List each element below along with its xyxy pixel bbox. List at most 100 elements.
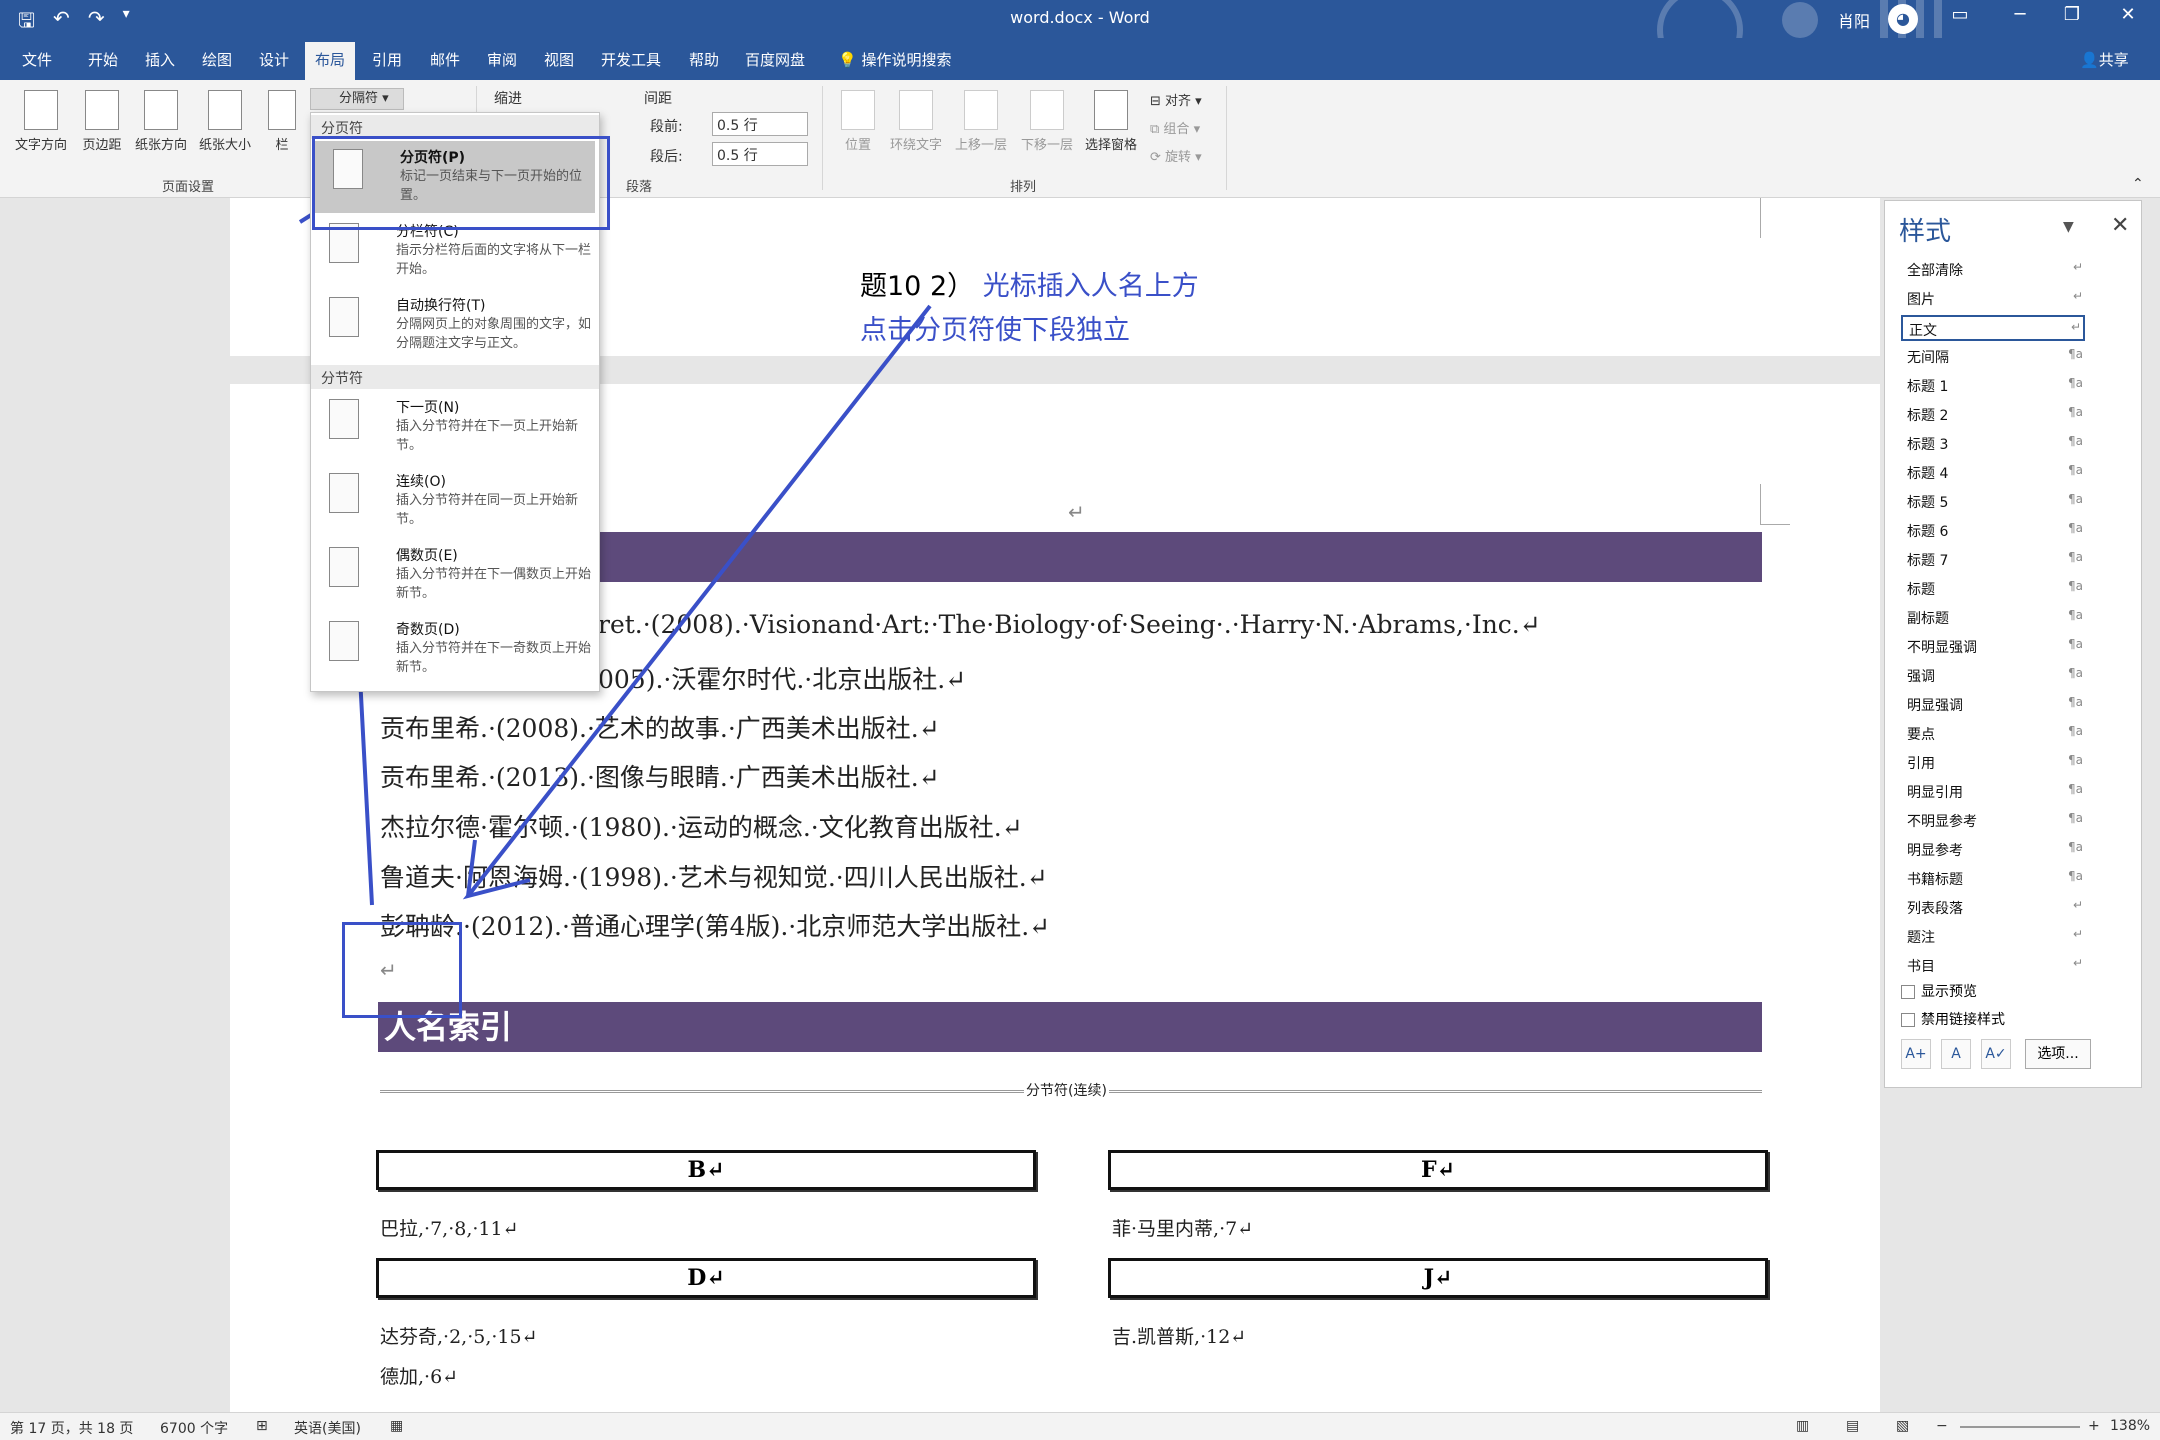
text-wrapping-option[interactable]: 自动换行符(T) 分隔网页上的对象周围的文字，如分隔题注文字与正文。 <box>311 289 599 361</box>
style-item-label: 图片 <box>1907 292 1935 308</box>
print-layout-icon[interactable]: ▤ <box>1846 1418 1859 1434</box>
style-item[interactable]: 标题 7 ¶a <box>1901 547 2085 573</box>
style-item[interactable]: 标题 6 ¶a <box>1901 518 2085 544</box>
option-desc: 插入分节符并在同一页上开始新节。 <box>396 493 579 527</box>
style-inspector-icon[interactable]: A <box>1941 1039 1971 1069</box>
checkbox-box <box>1901 985 1915 999</box>
zoom-slider[interactable] <box>1960 1426 2080 1428</box>
style-item[interactable]: 正文 ↵ <box>1901 315 2085 341</box>
option-title: 奇数页(D) <box>396 622 460 638</box>
style-type-icon: ↵ <box>2072 898 2083 912</box>
style-item[interactable]: 题注 ↵ <box>1901 924 2085 950</box>
zoom-out-icon[interactable]: − <box>1936 1418 1948 1434</box>
style-type-icon: ¶a <box>2068 492 2083 506</box>
style-item[interactable]: 标题 4 ¶a <box>1901 460 2085 486</box>
zoom-level[interactable]: 138% <box>2110 1418 2150 1434</box>
style-type-icon: ¶a <box>2068 753 2083 767</box>
show-preview-checkbox[interactable]: 显示预览 <box>1901 981 1977 1001</box>
style-item[interactable]: 图片 ↵ <box>1901 286 2085 312</box>
styles-pane-title: 样式 <box>1899 217 1952 247</box>
continuous-option[interactable]: 连续(O) 插入分节符并在同一页上开始新节。 <box>311 465 599 537</box>
style-item-label: 标题 <box>1907 582 1935 598</box>
option-desc: 分隔网页上的对象周围的文字，如分隔题注文字与正文。 <box>396 317 592 351</box>
new-style-icon[interactable]: A+ <box>1901 1039 1931 1069</box>
style-item-label: 标题 4 <box>1907 466 1949 482</box>
disable-linked-checkbox[interactable]: 禁用链接样式 <box>1901 1009 2005 1029</box>
odd-page-option[interactable]: 奇数页(D) 插入分节符并在下一奇数页上开始新节。 <box>311 613 599 685</box>
style-item[interactable]: 明显参考 ¶a <box>1901 837 2085 863</box>
style-type-icon: ¶a <box>2068 637 2083 651</box>
checkbox-box <box>1901 1013 1915 1027</box>
style-item-label: 全部清除 <box>1907 263 1963 279</box>
style-item[interactable]: 标题 2 ¶a <box>1901 402 2085 428</box>
style-item-label: 标题 7 <box>1907 553 1949 569</box>
option-title: 连续(O) <box>396 474 446 490</box>
style-item-label: 书籍标题 <box>1907 872 1963 888</box>
option-title: 偶数页(E) <box>396 548 458 564</box>
style-item[interactable]: 副标题 ¶a <box>1901 605 2085 631</box>
style-type-icon: ↵ <box>2072 260 2083 274</box>
even-page-icon <box>329 547 359 587</box>
style-type-icon: ¶a <box>2068 579 2083 593</box>
options-button[interactable]: 选项... <box>2025 1039 2091 1069</box>
web-layout-icon[interactable]: ▧ <box>1896 1418 1909 1434</box>
style-item[interactable]: 标题 5 ¶a <box>1901 489 2085 515</box>
word-count[interactable]: 6700 个字 <box>160 1418 228 1438</box>
style-item-label: 无间隔 <box>1907 350 1949 366</box>
style-item[interactable]: 不明显参考 ¶a <box>1901 808 2085 834</box>
style-item[interactable]: 引用 ¶a <box>1901 750 2085 776</box>
style-item-label: 正文 <box>1909 323 1937 339</box>
disable-linked-label: 禁用链接样式 <box>1921 1012 2005 1028</box>
style-item-label: 引用 <box>1907 756 1935 772</box>
style-type-icon: ¶a <box>2068 463 2083 477</box>
style-item[interactable]: 标题 1 ¶a <box>1901 373 2085 399</box>
style-item[interactable]: 标题 ¶a <box>1901 576 2085 602</box>
style-type-icon: ¶a <box>2068 695 2083 709</box>
style-item-label: 书目 <box>1907 959 1935 975</box>
style-type-icon: ↵ <box>2072 956 2083 970</box>
style-item[interactable]: 强调 ¶a <box>1901 663 2085 689</box>
style-item-label: 明显引用 <box>1907 785 1963 801</box>
style-item[interactable]: 不明显强调 ¶a <box>1901 634 2085 660</box>
style-item[interactable]: 明显强调 ¶a <box>1901 692 2085 718</box>
style-item[interactable]: 要点 ¶a <box>1901 721 2085 747</box>
style-type-icon: ¶a <box>2068 840 2083 854</box>
pane-options-icon[interactable]: ▼ <box>2063 219 2074 235</box>
style-item[interactable]: 无间隔 ¶a <box>1901 344 2085 370</box>
continuous-icon <box>329 473 359 513</box>
style-item[interactable]: 书籍标题 ¶a <box>1901 866 2085 892</box>
style-type-icon: ¶a <box>2068 550 2083 564</box>
close-pane-icon[interactable]: ✕ <box>2111 213 2129 238</box>
page-count[interactable]: 第 17 页，共 18 页 <box>10 1418 133 1438</box>
style-item-label: 列表段落 <box>1907 901 1963 917</box>
odd-page-icon <box>329 621 359 661</box>
style-item-label: 标题 1 <box>1907 379 1949 395</box>
zoom-in-icon[interactable]: + <box>2088 1418 2100 1434</box>
option-desc: 指示分栏符后面的文字将从下一栏开始。 <box>396 243 592 277</box>
style-item-label: 标题 6 <box>1907 524 1949 540</box>
read-mode-icon[interactable]: ▥ <box>1796 1418 1809 1434</box>
style-item[interactable]: 明显引用 ¶a <box>1901 779 2085 805</box>
option-desc: 插入分节符并在下一页上开始新节。 <box>396 419 579 453</box>
style-item-label: 强调 <box>1907 669 1935 685</box>
style-type-icon: ¶a <box>2068 869 2083 883</box>
style-item[interactable]: 书目 ↵ <box>1901 953 2085 977</box>
style-type-icon: ¶a <box>2068 521 2083 535</box>
even-page-option[interactable]: 偶数页(E) 插入分节符并在下一偶数页上开始新节。 <box>311 539 599 611</box>
macro-icon[interactable]: ▦ <box>390 1418 403 1434</box>
style-type-icon: ¶a <box>2068 434 2083 448</box>
style-type-icon: ¶a <box>2068 666 2083 680</box>
style-item[interactable]: 标题 3 ¶a <box>1901 431 2085 457</box>
style-type-icon: ¶a <box>2068 347 2083 361</box>
proofing-icon[interactable]: ⊞ <box>256 1418 268 1434</box>
language[interactable]: 英语(美国) <box>294 1418 361 1438</box>
next-page-option[interactable]: 下一页(N) 插入分节符并在下一页上开始新节。 <box>311 391 599 463</box>
style-type-icon: ¶a <box>2068 724 2083 738</box>
style-item[interactable]: 全部清除 ↵ <box>1901 257 2085 283</box>
manage-styles-icon[interactable]: A✓ <box>1981 1039 2011 1069</box>
style-type-icon: ↵ <box>2072 289 2083 303</box>
style-item[interactable]: 列表段落 ↵ <box>1901 895 2085 921</box>
style-item-label: 标题 2 <box>1907 408 1949 424</box>
text-wrapping-icon <box>329 297 359 337</box>
styles-list: 全部清除 ↵ 图片 ↵ 正文 ↵ 无间隔 ¶a 标题 1 ¶a 标题 2 ¶a 标题 3 ¶a 标题 4 ¶a… <box>1901 257 2131 977</box>
